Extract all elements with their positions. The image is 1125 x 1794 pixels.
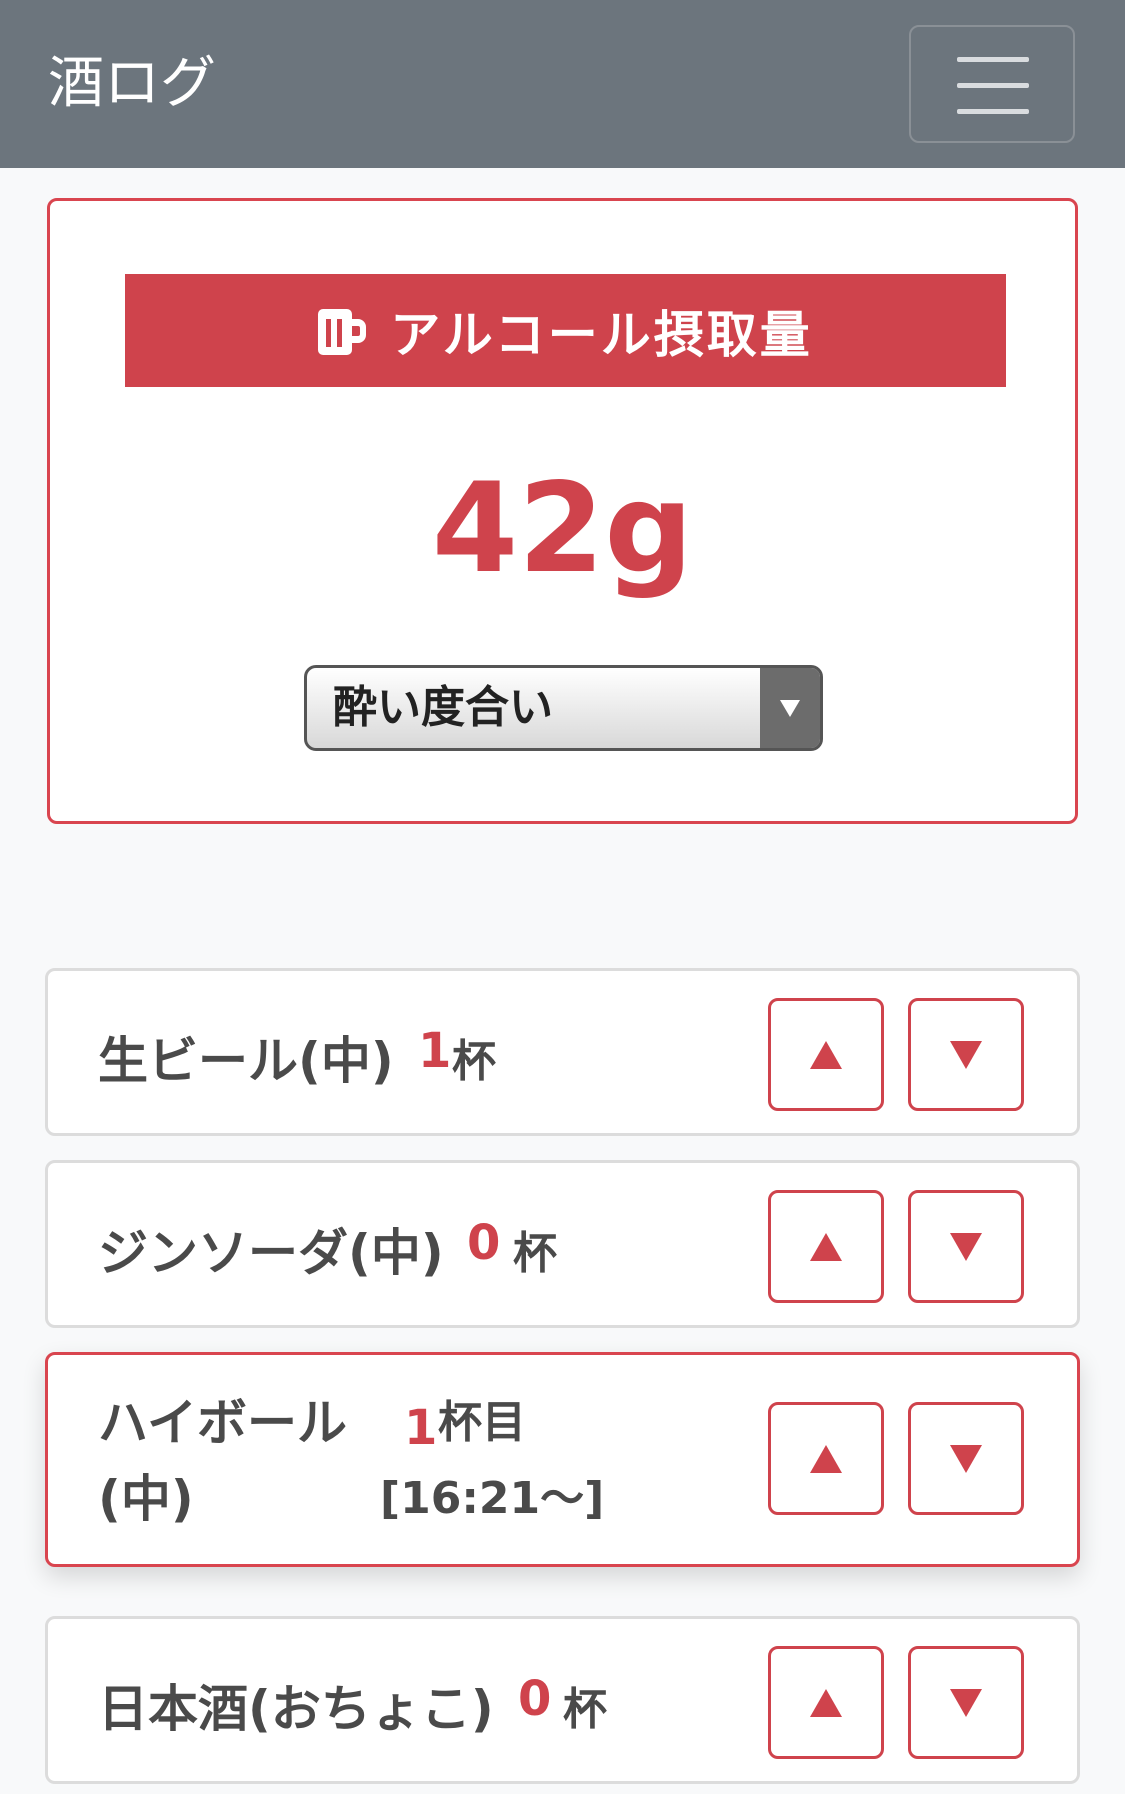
summary-title: アルコール摂取量: [390, 305, 813, 364]
drink-name: 日本酒(おちょこ): [98, 1680, 494, 1738]
app-title[interactable]: 酒ログ: [48, 44, 216, 124]
drink-unit: 杯: [513, 1228, 557, 1279]
triangle-up-icon: [810, 1444, 842, 1473]
increment-button[interactable]: [768, 998, 884, 1111]
decrement-button[interactable]: [908, 1402, 1024, 1515]
triangle-up-icon: [810, 1232, 842, 1261]
hamburger-menu-icon: [957, 57, 1029, 62]
menu-toggle-button[interactable]: [909, 25, 1075, 143]
beer-mug-icon: [318, 305, 368, 357]
triangle-down-icon: [950, 1040, 982, 1069]
triangle-down-icon: [950, 1444, 982, 1473]
alcohol-summary-card: アルコール摂取量 42g 酔い度合い: [47, 198, 1078, 824]
increment-button[interactable]: [768, 1402, 884, 1515]
drink-unit: 杯目 [16:21〜]: [380, 1397, 605, 1524]
drink-name: ハイボール(中): [98, 1394, 347, 1528]
triangle-down-icon: [950, 1688, 982, 1717]
alcohol-amount: 42g: [431, 457, 694, 601]
drink-unit: 杯: [452, 1036, 496, 1087]
increment-button[interactable]: [768, 1190, 884, 1303]
decrement-button[interactable]: [908, 1646, 1024, 1759]
drink-row-nama-beer: 生ビール(中) 1 杯: [45, 968, 1080, 1136]
drink-count: 0: [518, 1671, 552, 1727]
drink-name: ジンソーダ(中): [98, 1224, 444, 1282]
drink-unit: 杯: [563, 1684, 607, 1735]
triangle-up-icon: [810, 1040, 842, 1069]
drink-row-sake: 日本酒(おちょこ) 0 杯: [45, 1616, 1080, 1784]
drunkenness-select-value: 酔い度合い: [333, 682, 553, 733]
drink-count: 1: [418, 1023, 452, 1079]
increment-button[interactable]: [768, 1646, 884, 1759]
hamburger-bar: [957, 109, 1029, 114]
drink-row-highball: ハイボール(中) 1 杯目 [16:21〜]: [45, 1352, 1080, 1567]
drink-row-gin-soda: ジンソーダ(中) 0 杯: [45, 1160, 1080, 1328]
drunkenness-select[interactable]: 酔い度合い: [304, 665, 823, 751]
triangle-up-icon: [810, 1688, 842, 1717]
hamburger-bar: [957, 83, 1029, 88]
summary-header: アルコール摂取量: [125, 274, 1006, 387]
dropdown-arrow-icon: [760, 668, 820, 748]
navbar: 酒ログ: [0, 0, 1125, 168]
decrement-button[interactable]: [908, 1190, 1024, 1303]
drink-name: 生ビール(中): [98, 1032, 394, 1090]
drink-count: 0: [467, 1215, 501, 1271]
decrement-button[interactable]: [908, 998, 1024, 1111]
triangle-down-icon: [950, 1232, 982, 1261]
